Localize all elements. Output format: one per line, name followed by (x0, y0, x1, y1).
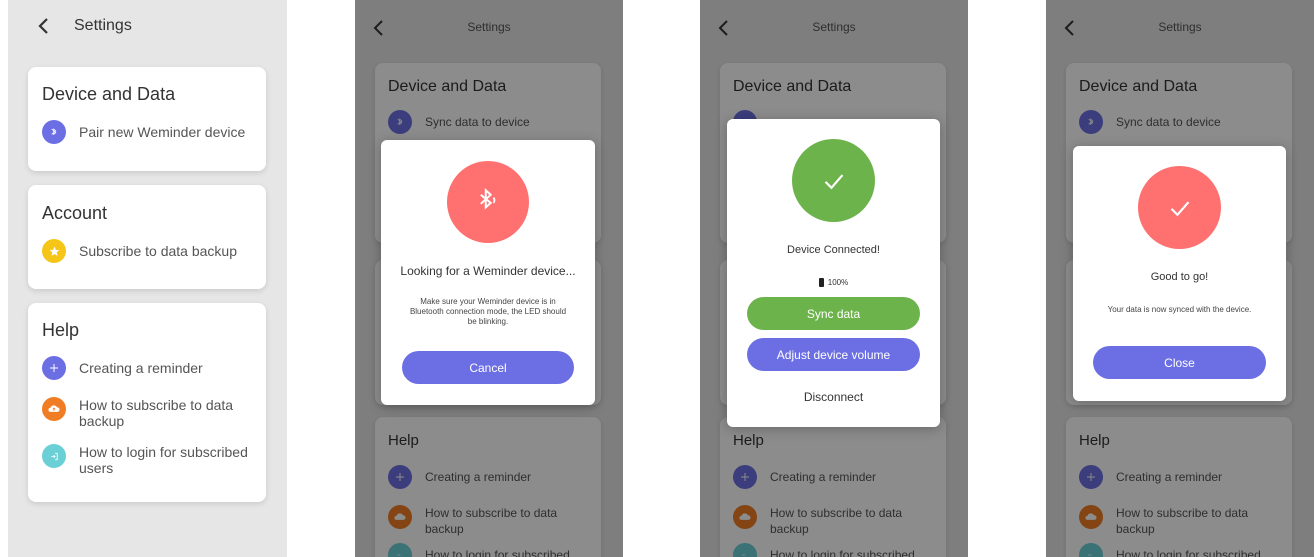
device-data-card: Device and Data Pair new Weminder device (28, 67, 266, 171)
modal-heading: Looking for a Weminder device... (400, 264, 576, 278)
pair-device-item[interactable]: Pair new Weminder device (42, 120, 245, 144)
item-label: Subscribe to data backup (79, 243, 237, 259)
sync-done-modal: Good to go! Your data is now synced with… (1073, 146, 1286, 401)
bluetooth-searching-icon (447, 161, 529, 243)
cancel-button[interactable]: Cancel (402, 351, 574, 384)
battery-level: 100% (827, 278, 849, 287)
adjust-volume-button[interactable]: Adjust device volume (747, 338, 920, 371)
sync-done-screen: Settings Device and Data Sync data to de… (1046, 0, 1314, 557)
check-success-icon (1138, 166, 1221, 249)
star-icon (42, 239, 66, 263)
modal-body: Make sure your Weminder device is in Blu… (409, 297, 567, 326)
cloud-upload-icon (42, 397, 66, 421)
top-bar: Settings (8, 0, 287, 52)
battery-status: 100% (727, 278, 940, 287)
card-title: Account (42, 203, 108, 223)
help-item-login-subscribed[interactable]: How to login for subscribed users (42, 440, 252, 476)
login-icon (42, 444, 66, 468)
modal-heading: Device Connected! (787, 244, 880, 256)
searching-modal: Looking for a Weminder device... Make su… (381, 140, 595, 405)
item-label: How to subscribe to data backup (79, 397, 234, 429)
bluetooth-icon (42, 120, 66, 144)
modal-heading: Good to go! (1150, 271, 1209, 283)
sync-data-button[interactable]: Sync data (747, 297, 920, 330)
card-title: Help (42, 320, 80, 340)
item-label: Creating a reminder (79, 360, 203, 376)
close-button[interactable]: Close (1093, 346, 1266, 379)
help-item-creating-reminder[interactable]: Creating a reminder (42, 356, 252, 380)
help-item-subscribe-backup[interactable]: How to subscribe to data backup (42, 393, 252, 429)
back-arrow-icon[interactable] (34, 14, 54, 38)
plus-icon (42, 356, 66, 380)
help-card: Help Creating a reminder How to subscrib… (28, 303, 266, 502)
searching-screen: Settings Device and Data Sync data to de… (355, 0, 623, 557)
account-card: Account Subscribe to data backup (28, 185, 266, 289)
subscribe-backup-item[interactable]: Subscribe to data backup (42, 239, 237, 263)
settings-screen: Settings Device and Data Pair new Wemind… (8, 0, 287, 557)
connected-screen: Settings Device and Data Help Creating a… (700, 0, 968, 557)
disconnect-button[interactable]: Disconnect (727, 390, 940, 404)
modal-body: Your data is now synced with the device. (1107, 305, 1252, 314)
check-success-icon (792, 139, 875, 222)
item-label: Pair new Weminder device (79, 124, 246, 140)
page-title: Settings (74, 17, 132, 34)
card-title: Device and Data (42, 84, 176, 104)
item-label: How to login for subscribed users (79, 444, 248, 476)
connected-modal: Device Connected! 100% Sync data Adjust … (727, 119, 940, 427)
battery-icon (818, 278, 824, 287)
